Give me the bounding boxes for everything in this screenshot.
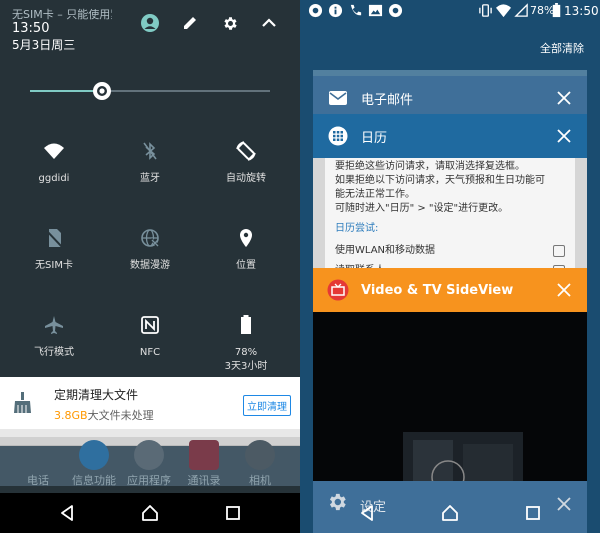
carrier-text: 无SIM卡 – 只能使用紧 bbox=[12, 8, 112, 21]
checkbox[interactable] bbox=[553, 245, 565, 257]
brightness-slider[interactable] bbox=[30, 90, 270, 92]
recents-icon[interactable] bbox=[221, 501, 245, 525]
calendar-grid-icon bbox=[327, 125, 349, 147]
battery-percent: 78% bbox=[530, 4, 555, 17]
tile-label: 蓝牙 bbox=[140, 173, 160, 184]
tile-airplane[interactable]: 飞行模式 bbox=[4, 312, 104, 360]
tile-label: 自动旋转 bbox=[226, 173, 266, 184]
date: 5月3日周三 bbox=[12, 38, 76, 52]
tile-label: NFC bbox=[139, 347, 161, 358]
close-icon[interactable] bbox=[555, 127, 573, 145]
collapse-chevron-up-icon[interactable] bbox=[258, 12, 280, 34]
notification-stack bbox=[0, 429, 300, 437]
sideview-preview bbox=[313, 312, 587, 482]
edit-icon[interactable] bbox=[179, 12, 201, 34]
recent-card-calendar[interactable]: 日历 bbox=[313, 114, 587, 158]
tile-location[interactable]: 位置 bbox=[196, 225, 296, 273]
card-header: 日历 bbox=[313, 114, 587, 158]
battery-icon bbox=[196, 312, 296, 338]
rotate-icon bbox=[196, 138, 296, 164]
notification-title: 定期清理大文件 bbox=[54, 388, 139, 402]
wifi-icon bbox=[496, 4, 511, 18]
card-title: 日历 bbox=[361, 130, 388, 146]
close-icon[interactable] bbox=[555, 89, 573, 107]
permission-row[interactable]: 使用WLAN和移动数据 bbox=[335, 244, 565, 258]
tile-label: 数据漫游 bbox=[130, 260, 170, 271]
section-heading: 日历尝试: bbox=[335, 223, 379, 234]
nfc-icon bbox=[100, 312, 200, 338]
image-icon bbox=[368, 4, 383, 17]
bluetooth-off-icon bbox=[100, 138, 200, 164]
clean-now-button[interactable]: 立即清理 bbox=[243, 395, 291, 416]
clear-all-button[interactable]: 全部清除 bbox=[540, 40, 584, 56]
back-icon[interactable] bbox=[55, 501, 79, 525]
info-icon bbox=[328, 3, 343, 18]
app-notification-icon bbox=[388, 3, 403, 18]
tile-label: ggdidi bbox=[38, 173, 70, 184]
back-icon[interactable] bbox=[355, 501, 379, 525]
tile-bluetooth[interactable]: 蓝牙 bbox=[100, 138, 200, 186]
email-icon bbox=[327, 87, 349, 109]
home-icon[interactable] bbox=[138, 501, 162, 525]
globe-icon bbox=[100, 225, 200, 251]
tile-label: 飞行模式 bbox=[34, 347, 74, 358]
brightness-sun-icon[interactable] bbox=[91, 80, 113, 102]
wifi-icon bbox=[4, 138, 104, 164]
dock-camera: 相机 bbox=[232, 440, 288, 488]
home-dock: 电话 信息功能 应用程序 通讯录 相机 bbox=[0, 440, 300, 488]
tile-wifi[interactable]: ggdidi bbox=[4, 138, 104, 186]
tile-label: 无SIM卡 bbox=[35, 260, 73, 271]
recent-card-sideview[interactable]: Video & TV SideView bbox=[313, 268, 587, 312]
airplane-icon bbox=[4, 312, 104, 338]
dark-scene-image bbox=[313, 312, 587, 482]
tile-data-roaming[interactable]: 数据漫游 bbox=[100, 225, 200, 273]
tile-nfc[interactable]: NFC bbox=[100, 312, 200, 360]
close-icon[interactable] bbox=[555, 281, 573, 299]
navigation-bar bbox=[0, 493, 300, 533]
tile-label: 位置 bbox=[236, 260, 256, 271]
no-sim-icon bbox=[4, 225, 104, 251]
phone-icon bbox=[350, 4, 362, 16]
no-signal-icon bbox=[514, 3, 528, 17]
location-pin-icon bbox=[196, 225, 296, 251]
notification-shade: 无SIM卡 – 只能使用紧 13:50 5月3日周三 ggdidi 蓝牙 自动旋… bbox=[0, 0, 300, 533]
tile-label: 78% 3天3小时 bbox=[224, 347, 268, 372]
cleanup-notification[interactable]: 定期清理大文件 3.8GB大文件未处理 立即清理 bbox=[0, 377, 300, 429]
calendar-preview: 要拒绝这些访问请求，请取消选择复选框。 如果拒绝以下访问请求，天气预报和生日功能… bbox=[313, 158, 587, 277]
broom-icon bbox=[14, 391, 38, 419]
dock-messages: 信息功能 bbox=[66, 440, 122, 488]
recent-apps-screen: 78% 13:50 全部清除 电子邮件 日历 要拒绝这些访问请求，请取消选择复选… bbox=[300, 0, 600, 533]
card-title: 电子邮件 bbox=[361, 92, 414, 108]
clock: 13:50 bbox=[12, 21, 50, 36]
permission-dialog: 要拒绝这些访问请求，请取消选择复选框。 如果拒绝以下访问请求，天气预报和生日功能… bbox=[325, 158, 575, 277]
navigation-bar bbox=[300, 493, 600, 533]
tile-sim[interactable]: 无SIM卡 bbox=[4, 225, 104, 273]
user-avatar-icon[interactable] bbox=[139, 12, 161, 34]
app-notification-icon bbox=[308, 3, 323, 18]
battery-icon bbox=[552, 3, 561, 18]
dock-contacts: 通讯录 bbox=[176, 440, 232, 488]
tile-battery[interactable]: 78% 3天3小时 bbox=[196, 312, 296, 374]
settings-gear-icon[interactable] bbox=[219, 12, 241, 34]
recents-icon[interactable] bbox=[521, 501, 545, 525]
dock-phone: 电话 bbox=[27, 474, 49, 487]
tile-auto-rotate[interactable]: 自动旋转 bbox=[196, 138, 296, 186]
tv-icon bbox=[327, 279, 349, 301]
status-bar: 78% 13:50 bbox=[300, 0, 600, 22]
notification-desc: 3.8GB大文件未处理 bbox=[54, 409, 154, 422]
status-clock: 13:50 bbox=[564, 4, 599, 18]
home-icon[interactable] bbox=[438, 501, 462, 525]
vibrate-icon bbox=[479, 4, 492, 17]
dock-apps: 应用程序 bbox=[121, 440, 177, 488]
card-header: Video & TV SideView bbox=[313, 268, 587, 312]
card-title: Video & TV SideView bbox=[361, 282, 514, 298]
